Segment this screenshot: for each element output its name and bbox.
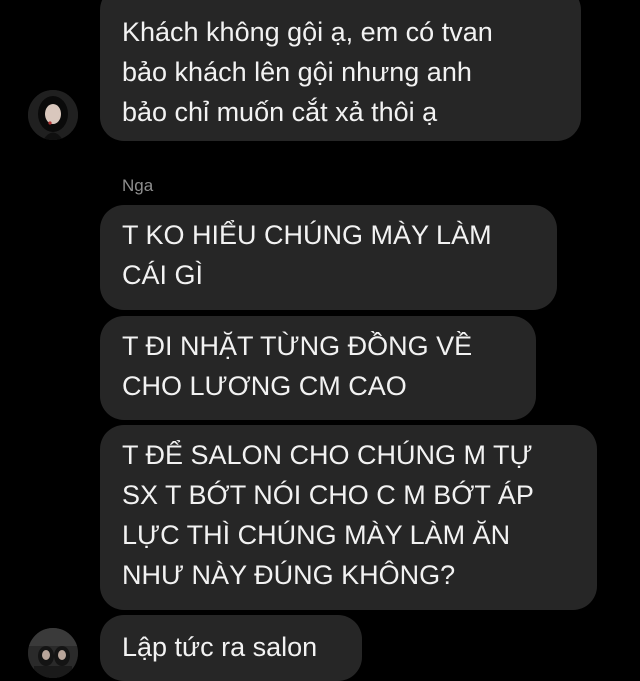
contact-avatar-2[interactable] (28, 628, 78, 678)
sender-name: Nga (122, 176, 154, 195)
message-bubble-2[interactable]: T KO HIỂU CHÚNG MÀY LÀM CÁI GÌ (100, 205, 557, 310)
avatar-photo-icon (28, 90, 78, 140)
message-bubble-1[interactable]: Khách không gội ạ, em có tvan bảo khách … (100, 0, 581, 141)
contact-avatar-1[interactable] (28, 90, 78, 140)
chat-thread: Khách không gội ạ, em có tvan bảo khách … (0, 0, 640, 681)
message-bubble-4[interactable]: T ĐỂ SALON CHO CHÚNG M TỰ SX T BỚT NÓI C… (100, 425, 597, 610)
message-bubble-5[interactable]: Lập tức ra salon (100, 615, 362, 681)
avatar-photo-icon (28, 628, 78, 678)
message-bubble-3[interactable]: T ĐI NHẶT TỪNG ĐỒNG VỀ CHO LƯƠNG CM CAO (100, 316, 536, 420)
